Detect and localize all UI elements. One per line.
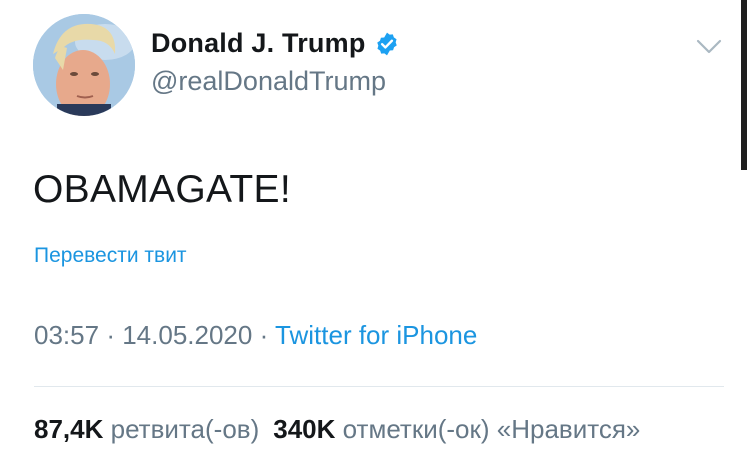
avatar[interactable] xyxy=(33,14,135,116)
tweet-detail: Donald J. Trump @realDonaldTrump OBAMAGA… xyxy=(0,0,747,473)
translate-tweet-link[interactable]: Перевести твит xyxy=(34,244,187,268)
chevron-down-icon[interactable] xyxy=(696,38,722,56)
divider xyxy=(34,386,724,387)
retweets-stat[interactable]: 87,4K ретвита(-ов) xyxy=(34,414,259,444)
avatar-image xyxy=(33,14,135,116)
retweets-label: ретвита(-ов) xyxy=(110,414,260,444)
display-name[interactable]: Donald J. Trump xyxy=(151,28,366,59)
tweet-meta: 03:57 · 14.05.2020 · Twitter for iPhone xyxy=(34,320,477,351)
tweet-source-link[interactable]: Twitter for iPhone xyxy=(275,320,477,350)
tweet-stats: 87,4K ретвита(-ов) 340K отметки(-ок) «Нра… xyxy=(34,414,640,445)
meta-separator: · xyxy=(259,320,269,350)
likes-label: отметки(-ок) «Нравится» xyxy=(342,414,641,444)
screen-edge xyxy=(741,0,747,170)
tweet-text: OBAMAGATE! xyxy=(33,168,291,211)
retweets-count: 87,4K xyxy=(34,414,104,444)
meta-separator: · xyxy=(106,320,115,350)
name-row: Donald J. Trump xyxy=(151,28,400,59)
tweet-time: 03:57 xyxy=(34,320,100,350)
user-handle[interactable]: @realDonaldTrump xyxy=(151,66,386,97)
likes-count: 340K xyxy=(273,414,336,444)
tweet-date: 14.05.2020 xyxy=(122,320,253,350)
likes-stat[interactable]: 340K отметки(-ок) «Нравится» xyxy=(273,414,640,444)
verified-badge-icon xyxy=(374,31,400,57)
